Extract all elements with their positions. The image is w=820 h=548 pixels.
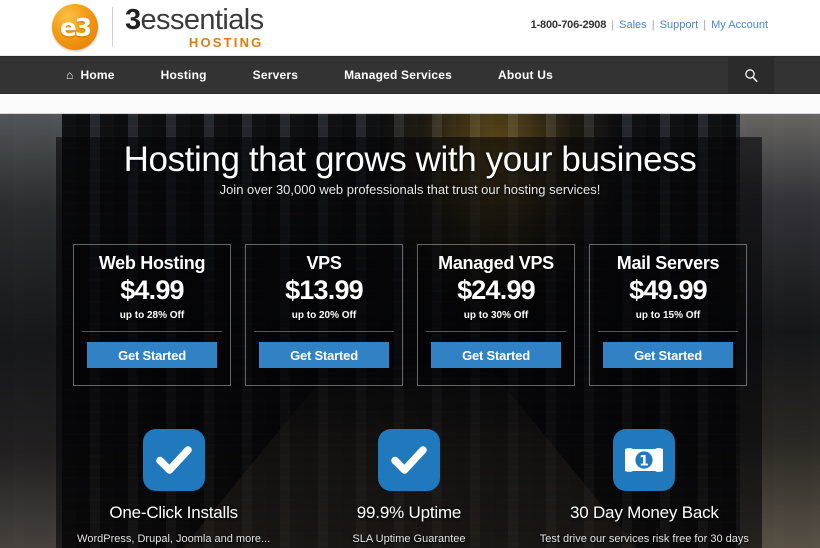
checkmark-icon — [391, 446, 427, 474]
money-bill-icon: 1 — [625, 448, 664, 472]
card-divider — [82, 331, 222, 332]
card-discount: up to 20% Off — [291, 310, 357, 321]
nav-item-about-us[interactable]: About Us — [498, 68, 553, 82]
checkmark-icon — [155, 446, 192, 474]
feature-one-click-installs: One-Click Installs WordPress, Drupal, Jo… — [56, 429, 291, 545]
feature-icon-box — [377, 429, 440, 491]
pricing-card-managed-vps[interactable]: Managed VPS $24.99 up to 30% Off Get Sta… — [417, 244, 575, 386]
card-title: VPS — [306, 253, 342, 273]
feature-title: 99.9% Uptime — [356, 503, 462, 522]
hero-content: Hosting that grows with your business Jo… — [0, 114, 820, 548]
hero-subheadline: Join over 30,000 web professionals that … — [219, 182, 601, 197]
header-link-sales[interactable]: Sales — [619, 19, 647, 31]
pricing-card-vps[interactable]: VPS $13.99 up to 20% Off Get Started — [245, 244, 403, 386]
home-icon: ⌂ — [66, 68, 74, 82]
nav-item-servers[interactable]: Servers — [253, 68, 298, 82]
feature-icon-box — [142, 429, 205, 491]
nav-item-about-us-label: About Us — [498, 68, 553, 82]
nav-item-home-label: Home — [80, 68, 115, 82]
header-spacer-band — [0, 94, 820, 114]
logo-divider — [112, 7, 113, 47]
nav-item-home[interactable]: ⌂ Home — [66, 68, 115, 82]
logo-badge-glyph: e3 — [59, 12, 92, 42]
feature-subtitle: SLA Uptime Guarantee — [352, 533, 466, 545]
header-link-support[interactable]: Support — [660, 19, 699, 31]
card-discount: up to 15% Off — [635, 310, 701, 321]
logo-name-rest: essentials — [140, 3, 265, 36]
site-header: e3 3essentials HOSTING 1-800-706-2908 | … — [0, 0, 820, 56]
card-divider — [598, 331, 738, 332]
feature-subtitle: Test drive our services risk free for 30… — [539, 533, 749, 545]
card-title: Mail Servers — [616, 253, 720, 273]
contact-separator-2: | — [651, 19, 655, 31]
feature-subtitle: WordPress, Drupal, Joomla and more... — [77, 533, 271, 545]
get-started-button[interactable]: Get Started — [603, 342, 733, 368]
feature-title: One-Click Installs — [109, 503, 238, 522]
card-price: $13.99 — [285, 275, 364, 305]
pricing-card-web-hosting[interactable]: Web Hosting $4.99 up to 28% Off Get Star… — [73, 244, 231, 386]
svg-text:1: 1 — [639, 454, 649, 470]
feature-title: 30 Day Money Back — [569, 503, 719, 522]
logo-name: 3essentials — [125, 3, 265, 36]
site-logo[interactable]: e3 3essentials HOSTING — [52, 4, 264, 50]
get-started-button[interactable]: Get Started — [87, 342, 217, 368]
card-price: $49.99 — [629, 275, 708, 305]
hero-section: Hosting that grows with your business Jo… — [0, 114, 820, 548]
get-started-button[interactable]: Get Started — [259, 342, 389, 368]
header-link-my-account[interactable]: My Account — [711, 19, 768, 31]
get-started-button[interactable]: Get Started — [431, 342, 561, 368]
logo-name-prefix: 3 — [125, 3, 141, 36]
header-contact: 1-800-706-2908 | Sales | Support | My Ac… — [531, 19, 768, 31]
card-price: $4.99 — [120, 275, 184, 305]
card-divider — [254, 331, 394, 332]
contact-separator-3: | — [703, 19, 707, 31]
feature-icon-box: 1 — [613, 429, 676, 491]
search-icon — [744, 68, 758, 82]
nav-item-managed-services-label: Managed Services — [344, 68, 453, 82]
nav-item-managed-services[interactable]: Managed Services — [344, 68, 452, 82]
logo-tagline: HOSTING — [188, 34, 264, 50]
page-root: e3 3essentials HOSTING 1-800-706-2908 | … — [0, 0, 820, 548]
search-button[interactable] — [728, 57, 774, 93]
logo-badge-icon: e3 — [52, 4, 98, 50]
feature-highlights: One-Click Installs WordPress, Drupal, Jo… — [56, 429, 762, 545]
nav-items: ⌂ Home Hosting Servers Managed Services … — [0, 57, 820, 93]
nav-item-hosting[interactable]: Hosting — [161, 68, 207, 82]
card-discount: up to 30% Off — [463, 310, 529, 321]
hero-headline: Hosting that grows with your business — [123, 140, 697, 179]
card-discount: up to 28% Off — [119, 310, 185, 321]
nav-item-servers-label: Servers — [252, 68, 299, 82]
pricing-card-mail-servers[interactable]: Mail Servers $49.99 up to 15% Off Get St… — [589, 244, 747, 386]
pricing-cards: Web Hosting $4.99 up to 28% Off Get Star… — [73, 244, 747, 386]
feature-uptime: 99.9% Uptime SLA Uptime Guarantee — [291, 429, 526, 545]
card-divider — [426, 331, 566, 332]
card-title: Managed VPS — [438, 253, 554, 273]
logo-wordmark: 3essentials HOSTING — [125, 3, 265, 50]
nav-item-hosting-label: Hosting — [160, 68, 207, 82]
contact-separator-1: | — [611, 19, 615, 31]
card-price: $24.99 — [457, 275, 536, 305]
main-navigation: ⌂ Home Hosting Servers Managed Services … — [0, 56, 820, 94]
phone-number[interactable]: 1-800-706-2908 — [531, 19, 607, 31]
card-title: Web Hosting — [98, 253, 206, 273]
feature-money-back: 1 30 Day Money Back Test drive our servi… — [527, 429, 762, 545]
